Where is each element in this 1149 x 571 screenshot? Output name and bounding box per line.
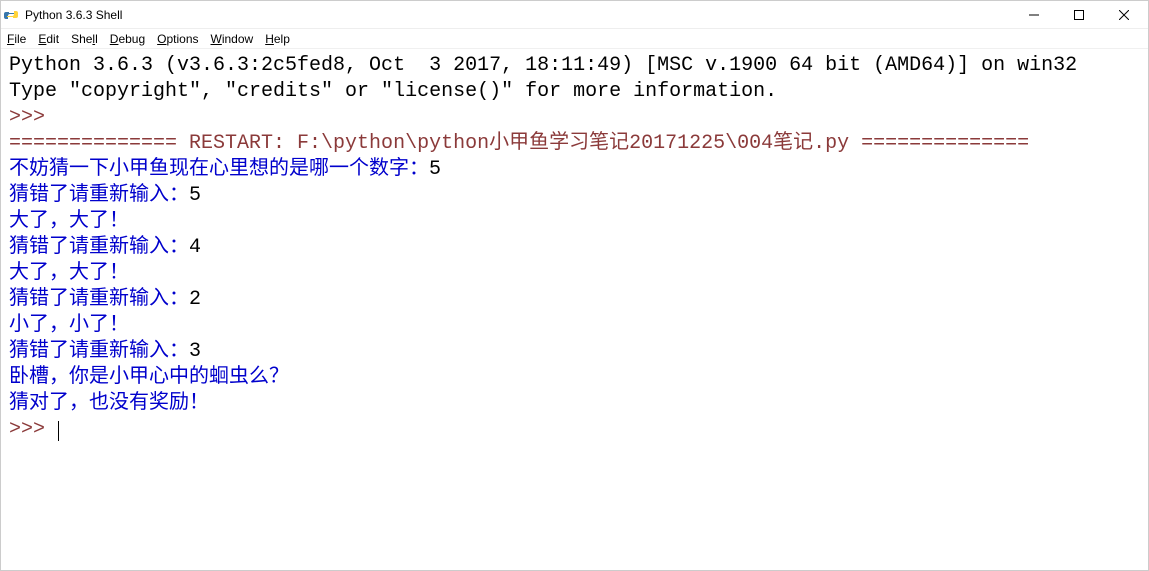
minimize-button[interactable] [1011, 1, 1056, 29]
menu-bar: File Edit Shell Debug Options Window Hel… [1, 29, 1148, 49]
input-retry-3: 2 [189, 288, 201, 311]
menu-edit[interactable]: Edit [38, 32, 59, 46]
output-win-1: 卧槽，你是小甲心中的蛔虫么？ [9, 366, 289, 389]
menu-window[interactable]: Window [211, 32, 254, 46]
output-too-big-2: 大了，大了！ [9, 262, 129, 285]
menu-file[interactable]: File [7, 32, 26, 46]
output-retry-prompt-2: 猜错了请重新输入： [9, 236, 189, 259]
text-cursor [58, 421, 59, 441]
menu-help[interactable]: Help [265, 32, 290, 46]
close-button[interactable] [1101, 1, 1146, 29]
console-output[interactable]: Python 3.6.3 (v3.6.3:2c5fed8, Oct 3 2017… [1, 49, 1148, 447]
banner-line-1: Python 3.6.3 (v3.6.3:2c5fed8, Oct 3 2017… [9, 54, 1077, 77]
output-retry-prompt-4: 猜错了请重新输入： [9, 340, 189, 363]
python-icon [3, 7, 19, 23]
output-too-small: 小了，小了！ [9, 314, 129, 337]
restart-line: ============== RESTART: F:\python\python… [9, 132, 1029, 155]
prompt-final: >>> [9, 418, 57, 441]
banner-line-2: Type "copyright", "credits" or "license(… [9, 80, 777, 103]
menu-shell[interactable]: Shell [71, 32, 98, 46]
window-controls [1011, 1, 1146, 29]
window-title: Python 3.6.3 Shell [25, 8, 1011, 22]
output-guess-prompt: 不妨猜一下小甲鱼现在心里想的是哪一个数字： [9, 158, 429, 181]
input-retry-2: 4 [189, 236, 201, 259]
output-retry-prompt-3: 猜错了请重新输入： [9, 288, 189, 311]
input-guess-1: 5 [429, 158, 441, 181]
output-win-2: 猜对了，也没有奖励！ [9, 392, 209, 415]
menu-debug[interactable]: Debug [110, 32, 145, 46]
title-bar: Python 3.6.3 Shell [1, 1, 1148, 29]
output-retry-prompt-1: 猜错了请重新输入： [9, 184, 189, 207]
maximize-button[interactable] [1056, 1, 1101, 29]
menu-options[interactable]: Options [157, 32, 198, 46]
output-too-big-1: 大了，大了！ [9, 210, 129, 233]
input-retry-4: 3 [189, 340, 201, 363]
prompt: >>> [9, 106, 57, 129]
input-retry-1: 5 [189, 184, 201, 207]
